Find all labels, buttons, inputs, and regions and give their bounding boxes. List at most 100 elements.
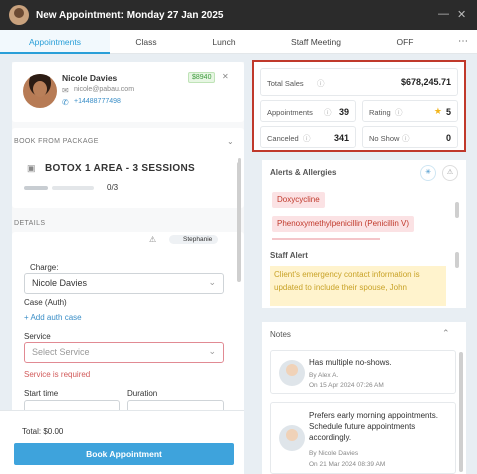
add-auth-case-link[interactable]: + Add auth case	[24, 313, 82, 322]
medical-icon[interactable]: ✳	[420, 165, 436, 181]
tab-class[interactable]: Class	[110, 30, 182, 54]
note-author: By Nicole Davies	[309, 450, 359, 457]
appointments-value: 39	[338, 107, 349, 117]
details-card: DETAILS ⚠ Stephanie Charge: Nicole Davie…	[12, 220, 244, 410]
more-icon[interactable]: ⋯	[454, 30, 472, 54]
info-icon: ⓘ	[317, 79, 325, 88]
notes-title: Notes	[270, 330, 291, 339]
package-card: BOOK FROM PACKAGE ⌄ ▣ BOTOX 1 AREA - 3 S…	[12, 128, 244, 208]
package-section-label: BOOK FROM PACKAGE	[14, 138, 99, 145]
note-author: By Alex A.	[309, 372, 339, 379]
patient-name[interactable]: Nicole Davies	[62, 73, 117, 83]
chevron-down-icon[interactable]: ⌄	[227, 137, 234, 146]
phone-icon: ✆	[62, 98, 69, 107]
allergy-divider	[272, 238, 380, 240]
note-date: On 21 Mar 2024 08:39 AM	[309, 461, 386, 468]
stat-canceled: Canceled ⓘ 341	[260, 126, 356, 148]
balance-badge: $8940	[188, 72, 216, 83]
package-progress-text: 0/3	[107, 183, 119, 192]
noshow-label: No Show	[369, 134, 400, 143]
duration-input[interactable]	[127, 400, 224, 410]
stat-appointments: Appointments ⓘ 39	[260, 100, 356, 122]
total-sales-label: Total Sales	[267, 79, 304, 88]
patient-avatar	[23, 74, 57, 108]
rating-label: Rating	[369, 108, 391, 117]
booking-footer: Total: $0.00 Book Appointment	[0, 410, 244, 474]
note-text: Has multiple no-shows.	[309, 358, 392, 367]
charge-label: Charge:	[30, 263, 59, 272]
stat-rating: Rating ⓘ ★ 5	[362, 100, 458, 122]
package-progress-track-2	[52, 186, 94, 190]
noshow-value: 0	[445, 133, 451, 143]
canceled-value: 341	[333, 133, 349, 143]
warning-icon[interactable]: ⚠	[442, 165, 458, 181]
alerts-scrollbar[interactable]	[455, 202, 459, 218]
stat-total-sales: Total Sales ⓘ $678,245.71	[260, 68, 458, 96]
note-author-avatar	[279, 360, 305, 386]
duration-label: Duration	[127, 389, 158, 398]
note-item[interactable]: Prefers early morning appointments. Sche…	[270, 402, 456, 474]
appointment-tabs: Appointments Class Lunch Staff Meeting O…	[0, 30, 477, 54]
start-time-input[interactable]	[24, 400, 120, 410]
booking-form: Nicole Davies ✉ nicole@pabau.com ✆ +1448…	[12, 62, 244, 410]
stats-panel: Total Sales ⓘ $678,245.71 Appointments ⓘ…	[252, 60, 466, 152]
staff-alert-text: Client's emergency contact information i…	[270, 266, 446, 306]
warning-icon: ⚠	[149, 235, 157, 244]
note-text: Prefers early morning appointments. Sche…	[309, 411, 438, 442]
package-name[interactable]: BOTOX 1 AREA - 3 SESSIONS	[45, 163, 195, 174]
info-icon: ⓘ	[303, 134, 311, 143]
rating-value: 5	[445, 107, 451, 117]
start-time-label: Start time	[24, 389, 59, 398]
window-title: New Appointment: Monday 27 Jan 2025	[36, 9, 224, 21]
chevron-up-icon[interactable]: ⌃	[442, 328, 450, 339]
tab-appointments[interactable]: Appointments	[0, 30, 110, 54]
chevron-down-icon: ⌄	[208, 346, 216, 356]
form-scrollbar[interactable]	[237, 162, 241, 282]
patient-email[interactable]: nicole@pabau.com	[74, 86, 134, 93]
service-label: Service	[24, 332, 51, 341]
notes-scrollbar[interactable]	[459, 352, 463, 472]
appointments-label: Appointments	[267, 108, 313, 117]
staff-alert-scrollbar[interactable]	[455, 252, 459, 268]
stat-no-show: No Show ⓘ 0	[362, 126, 458, 148]
details-section-label: DETAILS	[14, 220, 46, 227]
staff-chip[interactable]: Stephanie	[169, 235, 219, 244]
case-label: Case (Auth)	[24, 298, 67, 307]
info-icon: ⓘ	[402, 134, 410, 143]
alerts-title: Alerts & Allergies	[270, 168, 337, 177]
allergy-item: Phenoxymethylpenicillin (Penicillin V)	[272, 216, 415, 232]
canceled-label: Canceled	[267, 134, 299, 143]
package-progress-track	[24, 186, 48, 190]
allergy-item: Doxycycline	[272, 192, 325, 208]
note-date: On 15 Apr 2024 07:26 AM	[309, 382, 384, 389]
total-sales-value: $678,245.71	[400, 77, 451, 87]
info-icon: ⓘ	[324, 108, 332, 117]
patient-card: Nicole Davies ✉ nicole@pabau.com ✆ +1448…	[12, 62, 244, 122]
charge-value: Nicole Davies	[32, 278, 88, 288]
info-icon: ⓘ	[395, 108, 403, 117]
patient-phone[interactable]: +14488777498	[74, 98, 121, 105]
notes-panel: Notes ⌃ Has multiple no-shows. By Alex A…	[262, 322, 466, 474]
note-author-avatar	[279, 425, 305, 451]
book-appointment-button[interactable]: Book Appointment	[14, 443, 234, 465]
chevron-down-icon: ⌄	[208, 277, 216, 287]
service-error: Service is required	[24, 370, 91, 379]
email-icon: ✉	[62, 86, 69, 95]
minimize-icon[interactable]: —	[438, 8, 449, 20]
package-icon: ▣	[27, 163, 36, 173]
note-item[interactable]: Has multiple no-shows. By Alex A. On 15 …	[270, 350, 456, 394]
tab-staff-meeting[interactable]: Staff Meeting	[276, 30, 356, 54]
title-bar: New Appointment: Monday 27 Jan 2025 — ✕	[0, 0, 477, 30]
service-select[interactable]: Select Service ⌄	[24, 342, 224, 363]
close-icon[interactable]: ✕	[457, 8, 466, 21]
staff-alert-title: Staff Alert	[270, 251, 308, 260]
total-text: Total: $0.00	[22, 427, 64, 436]
charge-select[interactable]: Nicole Davies ⌄	[24, 273, 224, 294]
remove-patient-icon[interactable]: ✕	[222, 72, 229, 81]
tab-lunch[interactable]: Lunch	[188, 30, 260, 54]
alerts-panel: Alerts & Allergies ✳ ⚠ Doxycycline Pheno…	[262, 160, 466, 308]
tab-off[interactable]: OFF	[380, 30, 430, 54]
star-icon: ★	[433, 106, 442, 116]
window-avatar	[9, 5, 29, 25]
service-placeholder: Select Service	[32, 347, 90, 357]
